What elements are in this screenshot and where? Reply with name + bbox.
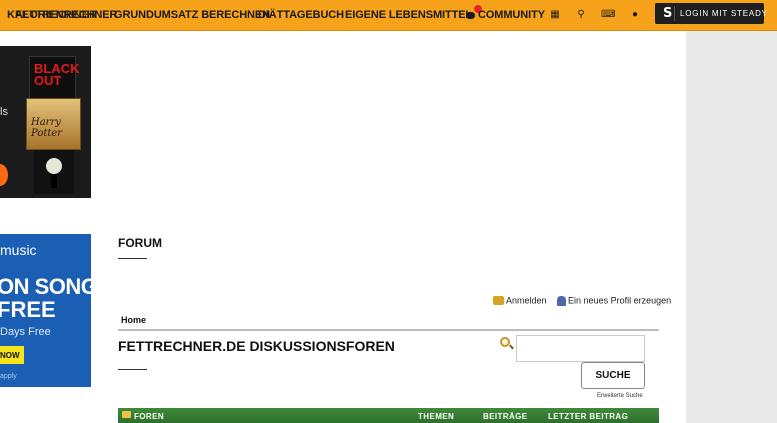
ad-banner-music[interactable]: music ON SONGS, FREE Days Free NOW apply xyxy=(0,234,91,387)
advanced-search-link[interactable]: Erweiterte Suche xyxy=(597,393,643,399)
book-title-harry-potter: Harry Potter xyxy=(31,117,63,139)
breadcrumb-divider xyxy=(118,329,659,331)
forum-search-input[interactable] xyxy=(516,335,645,362)
board-title: FETTRECHNER.DE DISKUSSIONSFOREN xyxy=(118,338,395,354)
right-sidebar-background xyxy=(686,31,777,423)
nav-item-diaettagebuch[interactable]: DIÄTTAGEBUCH xyxy=(258,9,344,21)
ad-music-cta-button[interactable]: NOW xyxy=(0,346,24,364)
steady-logo: S xyxy=(663,6,673,21)
book-cover-night xyxy=(34,150,74,194)
nav-item-eigene-lebensmittel[interactable]: EIGENE LEBENSMITTEL xyxy=(345,9,472,21)
search-button[interactable]: SUCHE xyxy=(581,362,645,389)
ad-books-side-text: ls xyxy=(0,106,8,118)
forum-table-header: FOREN THEMEN BEITRÄGE LETZTER BEITRAG xyxy=(118,408,659,423)
search-icon[interactable]: ⚲ xyxy=(574,9,588,20)
user-links: Anmelden Ein neues Profil erzeugen xyxy=(493,295,671,306)
login-link[interactable]: Anmelden xyxy=(506,296,547,306)
speech-bubble-icon xyxy=(466,12,475,19)
title-underline xyxy=(118,258,147,259)
magnifier-icon xyxy=(500,337,510,347)
login-key-icon xyxy=(493,296,504,306)
nav-item-grundumsatz[interactable]: GRUNDUMSATZ BERECHNEN xyxy=(114,9,270,21)
login-steady-button[interactable]: S LOGIN MIT STEADY xyxy=(655,3,767,24)
column-header-posts: BEITRÄGE xyxy=(483,412,528,421)
ad-music-brand: music xyxy=(0,242,37,258)
top-navigation-bar: KALORIENRECHNER FETTRECHNER GRUNDUMSATZ … xyxy=(0,0,777,31)
folder-icon xyxy=(122,411,131,418)
moon-shape xyxy=(46,158,62,174)
calculator-icon[interactable]: ▦ xyxy=(548,9,562,20)
login-divider xyxy=(674,6,675,21)
book-title-blackout: BLACK OUT xyxy=(34,61,80,88)
book-cover-harry-potter: Harry Potter xyxy=(26,98,81,150)
ad-banner-books[interactable]: ls BLACK OUT Harry Potter xyxy=(0,46,91,198)
ad-music-headline-2: FREE xyxy=(0,297,56,322)
register-user-icon xyxy=(557,295,567,306)
keyboard-icon[interactable]: ⌨ xyxy=(601,9,615,20)
board-title-underline xyxy=(118,369,147,370)
nav-item-community[interactable]: COMMUNITY xyxy=(478,9,545,21)
ad-music-days: Days Free xyxy=(0,326,51,338)
column-header-topics: THEMEN xyxy=(418,412,455,421)
ad-music-fineprint: apply xyxy=(0,373,17,380)
user-icon[interactable]: ● xyxy=(628,9,642,20)
breadcrumb-home[interactable]: Home xyxy=(121,315,146,325)
login-label: LOGIN MIT STEADY xyxy=(680,9,768,18)
page-title: FORUM xyxy=(118,236,162,250)
column-header-forums: FOREN xyxy=(134,412,164,421)
silhouette-shape xyxy=(51,174,57,188)
nav-brand-fettrechner[interactable]: FETTRECHNER xyxy=(15,9,97,21)
register-link[interactable]: Ein neues Profil erzeugen xyxy=(568,296,671,306)
ad-orange-button[interactable] xyxy=(0,164,8,186)
column-header-last-post: LETZTER BEITRAG xyxy=(548,412,629,421)
